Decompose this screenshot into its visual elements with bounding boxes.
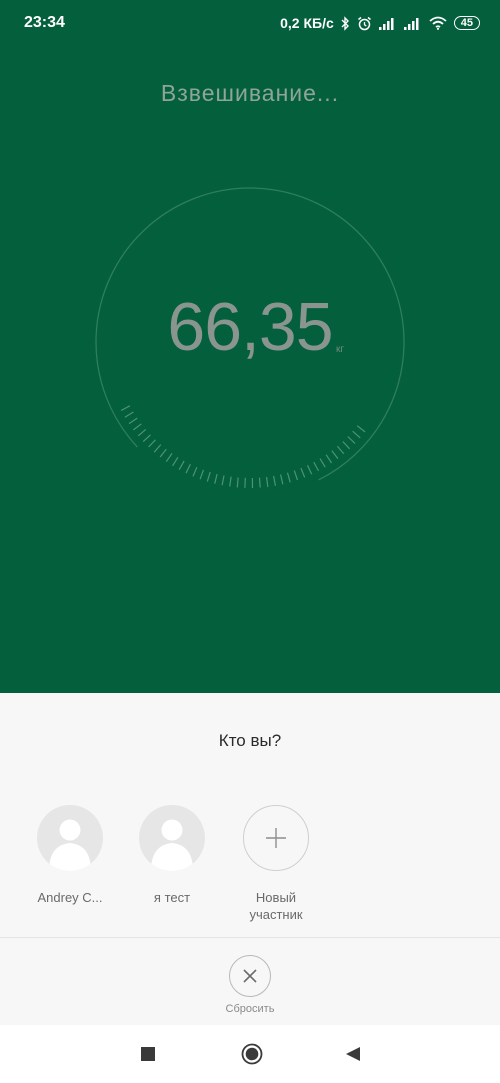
gauge-tick xyxy=(342,441,351,450)
gauge-tick xyxy=(352,430,361,439)
gauge-tick xyxy=(229,476,232,487)
gauge-tick xyxy=(172,456,179,467)
gauge-tick xyxy=(120,405,131,412)
weight-value: 66,35 xyxy=(167,289,333,365)
gauge-tick xyxy=(336,445,345,455)
status-icons: 0,2 КБ/с 45 xyxy=(280,12,480,34)
signal-icon xyxy=(378,17,397,30)
gauge-tick xyxy=(347,436,356,444)
gauge-tick xyxy=(178,460,185,470)
gauge-tick xyxy=(280,474,284,485)
gauge-tick xyxy=(306,465,313,475)
person-avatar-icon xyxy=(139,805,205,871)
weighing-title: Взвешивание... xyxy=(160,80,340,106)
status-time: 23:34 xyxy=(24,14,65,31)
gauge-tick xyxy=(142,434,151,443)
gauge-tick xyxy=(137,428,147,437)
weight-unit: кг xyxy=(336,344,345,355)
person-avatar-icon xyxy=(37,805,103,871)
weighing-screen: 23:34 0,2 КБ/с 45 Взвешивание... 66,35 к… xyxy=(0,0,500,693)
bluetooth-icon xyxy=(341,15,350,31)
add-member-label-line2: участник xyxy=(249,907,303,922)
gauge-tick xyxy=(153,444,162,453)
gauge-tick xyxy=(300,467,306,478)
gauge-tick xyxy=(192,466,198,477)
gauge-tick xyxy=(236,477,239,488)
reset-button[interactable] xyxy=(229,955,271,997)
recents-square-icon[interactable] xyxy=(137,1043,159,1065)
gauge-tick xyxy=(286,472,291,483)
member-andrey[interactable]: Andrey C... xyxy=(25,805,115,906)
home-circle-icon[interactable] xyxy=(241,1043,263,1065)
gauge-tick xyxy=(148,439,156,448)
gauge-tick xyxy=(165,453,173,462)
gauge-tick xyxy=(124,411,134,418)
gauge-tick xyxy=(159,448,167,458)
gauge-tick xyxy=(273,475,276,486)
gauge-tick xyxy=(258,477,261,488)
sheet-divider xyxy=(0,937,500,938)
sheet-title: Кто вы? xyxy=(218,731,282,750)
wifi-icon xyxy=(429,16,447,30)
back-triangle-icon[interactable] xyxy=(342,1043,364,1065)
gauge-tick xyxy=(325,454,333,464)
close-icon xyxy=(243,969,257,983)
add-member-button[interactable]: Новый участник xyxy=(231,805,321,923)
gauge-tick xyxy=(221,475,225,486)
status-bar: 23:34 0,2 КБ/с 45 xyxy=(0,0,500,46)
battery-icon: 45 xyxy=(453,16,480,30)
gauge-tick xyxy=(331,450,339,459)
signal-icon xyxy=(403,17,422,30)
gauge-tick xyxy=(199,469,205,480)
reset-label: Сбросить xyxy=(225,1003,275,1015)
gauge-tick xyxy=(319,458,326,468)
gauge-tick xyxy=(185,463,191,474)
gauge-tick xyxy=(313,461,320,472)
gauge-tick xyxy=(293,470,299,481)
gauge-tick xyxy=(133,423,142,431)
plus-icon xyxy=(243,805,309,871)
alarm-icon xyxy=(357,16,372,31)
gauge-tick xyxy=(128,417,138,425)
gauge-tick xyxy=(266,476,269,487)
user-select-sheet: Кто вы? Andrey C... я тест Новый участни… xyxy=(0,693,500,1025)
member-name: Andrey C... xyxy=(37,890,103,905)
add-member-label-line1: Новый xyxy=(255,890,297,905)
gauge-tick xyxy=(214,473,218,484)
member-name: я тест xyxy=(153,890,191,905)
member-ya-test[interactable]: я тест xyxy=(127,805,217,906)
network-speed: 0,2 КБ/с xyxy=(280,15,334,31)
system-nav-bar xyxy=(0,1025,500,1083)
gauge-tick xyxy=(206,471,211,482)
add-member-label: Новый участник xyxy=(231,889,321,923)
gauge-tick xyxy=(356,425,366,433)
